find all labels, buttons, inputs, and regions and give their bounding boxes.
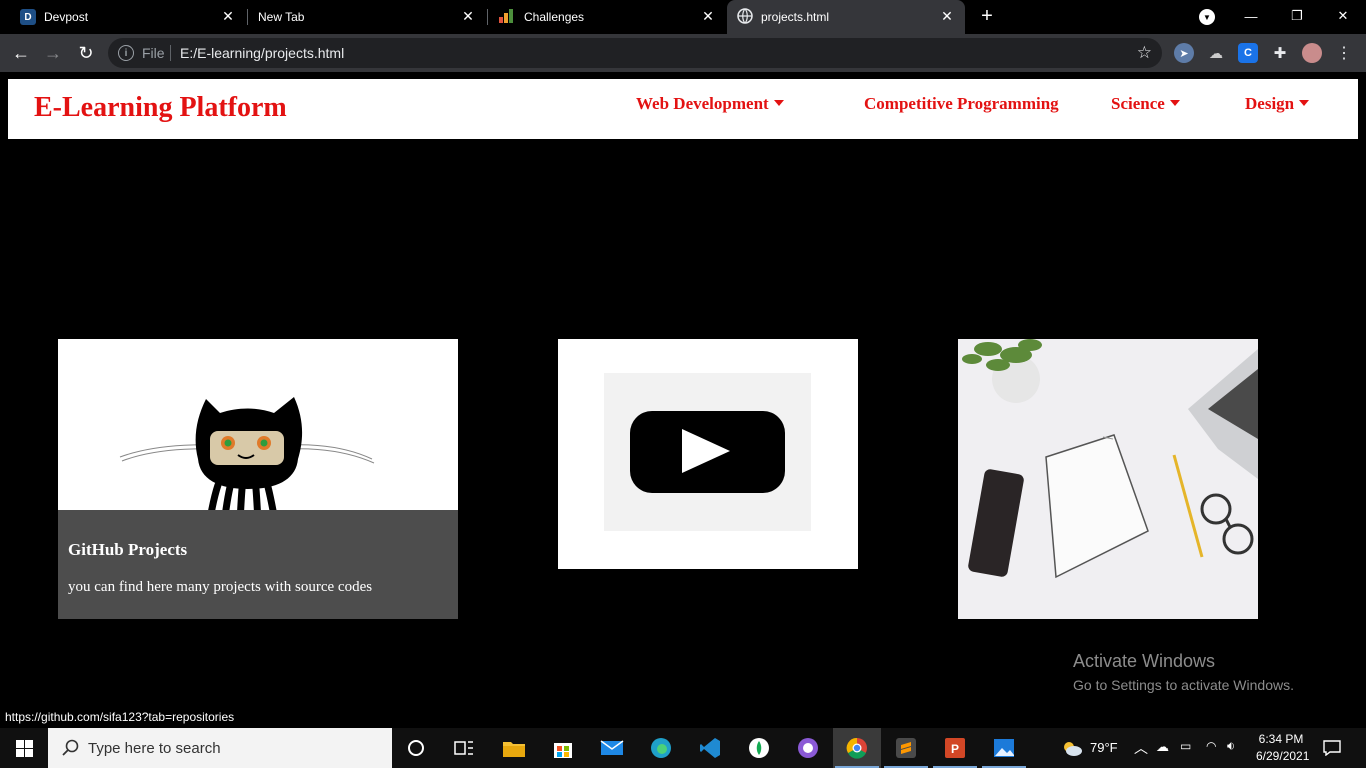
address-url[interactable]: E:/E-learning/projects.html <box>180 45 344 61</box>
system-clock[interactable]: 6:34 PM 6/29/2021 <box>1256 731 1310 765</box>
clock-date: 6/29/2021 <box>1256 749 1310 763</box>
site-navbar: E-Learning Platform Web Development Comp… <box>8 79 1358 139</box>
cloud-extension-icon[interactable]: ☁ <box>1206 43 1226 63</box>
search-placeholder: Type here to search <box>88 740 221 757</box>
minimize-icon[interactable]: — <box>1236 2 1266 30</box>
powerpoint-icon[interactable]: P <box>931 728 979 768</box>
cursor-extension-icon[interactable]: ➤ <box>1174 43 1194 63</box>
tab-new-tab[interactable]: New Tab ✕ <box>250 0 486 34</box>
video-play-thumbnail <box>604 373 811 531</box>
close-window-icon[interactable]: ✕ <box>1328 2 1358 30</box>
profile-avatar[interactable] <box>1302 43 1322 63</box>
caret-down-icon <box>1169 100 1180 107</box>
devpost-favicon: D <box>20 9 36 25</box>
activate-windows-subtitle: Go to Settings to activate Windows. <box>1073 677 1294 693</box>
address-separator <box>170 45 171 61</box>
status-bar-hover-url: https://github.com/sifa123?tab=repositor… <box>0 709 241 726</box>
close-icon[interactable]: ✕ <box>220 8 236 24</box>
c-extension-icon[interactable]: C <box>1238 43 1258 63</box>
taskbar-search-box[interactable]: Type here to search <box>48 728 392 768</box>
mongodb-compass-icon[interactable] <box>735 728 783 768</box>
nav-label: Competitive Programming <box>864 94 1059 113</box>
clock-time: 6:34 PM <box>1258 732 1304 746</box>
forward-arrow-icon[interactable]: → <box>41 41 65 65</box>
brand-title[interactable]: E-Learning Platform <box>34 92 287 124</box>
activate-windows-title: Activate Windows <box>1073 651 1216 671</box>
vscode-icon[interactable] <box>686 728 734 768</box>
close-icon[interactable]: ✕ <box>939 8 955 24</box>
kebab-menu-icon[interactable]: ⋮ <box>1334 43 1354 63</box>
photos-icon[interactable] <box>980 728 1028 768</box>
address-bar[interactable]: i File E:/E-learning/projects.html ☆ <box>108 38 1162 68</box>
tab-title: projects.html <box>761 10 830 24</box>
new-tab-plus-icon[interactable]: + <box>976 5 998 27</box>
notifications-icon[interactable] <box>1310 728 1354 768</box>
close-icon[interactable]: ✕ <box>460 8 476 24</box>
search-icon <box>62 739 79 756</box>
nav-label: Design <box>1245 94 1295 113</box>
bookmark-star-icon[interactable]: ☆ <box>1137 43 1152 63</box>
card-title: GitHub Projects <box>68 540 188 559</box>
windows-taskbar: Type here to search P 79°F ︿ ☁ ▭ ◠ 🔉︎ 6:… <box>0 728 1366 768</box>
github-projects-card[interactable]: GitHub Projects you can find here many p… <box>58 339 458 619</box>
close-icon[interactable]: ✕ <box>700 8 716 24</box>
back-arrow-icon[interactable]: ← <box>9 41 33 65</box>
weather-temperature[interactable]: 79°F <box>1090 740 1118 755</box>
task-view-icon[interactable] <box>440 728 488 768</box>
cortana-icon[interactable] <box>392 728 440 768</box>
tab-separator <box>487 9 488 25</box>
browser-tab-strip: D Devpost ✕ New Tab ✕ Challenges ✕ proje… <box>0 0 1366 34</box>
tab-devpost[interactable]: D Devpost ✕ <box>10 0 246 34</box>
nav-design[interactable]: Design <box>1245 94 1310 114</box>
restore-icon[interactable]: ❐ <box>1282 2 1312 30</box>
tab-projects-active[interactable]: projects.html ✕ <box>727 0 965 34</box>
tab-search-dropdown-icon[interactable]: ▼ <box>1199 9 1215 25</box>
address-scheme-label: File <box>142 45 165 61</box>
info-icon[interactable]: i <box>118 45 134 61</box>
puzzle-extensions-icon[interactable]: ✚ <box>1270 43 1290 63</box>
edge-icon[interactable] <box>637 728 685 768</box>
tab-separator <box>247 9 248 25</box>
globe-icon <box>737 7 753 27</box>
windows-start-icon[interactable] <box>0 728 48 768</box>
microsoft-store-icon[interactable] <box>539 728 587 768</box>
nav-label: Science <box>1111 94 1165 113</box>
sublime-text-icon[interactable] <box>882 728 930 768</box>
tab-challenges[interactable]: Challenges ✕ <box>490 0 726 34</box>
onedrive-icon[interactable]: ☁ <box>1156 739 1169 755</box>
desk-workspace-card[interactable] <box>958 339 1258 619</box>
tray-chevron-up-icon[interactable]: ︿ <box>1134 738 1148 758</box>
nav-web-development[interactable]: Web Development <box>636 94 784 114</box>
wifi-icon[interactable]: ◠ <box>1206 739 1216 753</box>
mail-icon[interactable] <box>588 728 636 768</box>
reload-icon[interactable]: ↻ <box>74 41 98 65</box>
battery-icon[interactable]: ▭ <box>1180 739 1191 753</box>
chrome-icon[interactable] <box>833 728 881 768</box>
nav-label: Web Development <box>636 94 769 113</box>
caret-down-icon <box>773 100 784 107</box>
challenges-favicon <box>498 8 516 27</box>
volume-icon[interactable]: 🔉︎ <box>1227 738 1235 754</box>
card-caption-overlay: GitHub Projects you can find here many p… <box>58 510 458 619</box>
desk-workspace-photo <box>958 339 1258 619</box>
page-viewport: E-Learning Platform Web Development Comp… <box>0 72 1366 710</box>
video-card[interactable] <box>558 339 858 569</box>
file-explorer-icon[interactable] <box>490 728 538 768</box>
nav-science[interactable]: Science <box>1111 94 1180 114</box>
weather-icon[interactable] <box>1054 728 1090 768</box>
github-desktop-icon[interactable] <box>784 728 832 768</box>
caret-down-icon <box>1299 100 1310 107</box>
tab-title: Challenges <box>524 10 585 24</box>
tab-title: New Tab <box>258 10 305 24</box>
card-description: you can find here many projects with sou… <box>68 579 373 595</box>
nav-competitive-programming[interactable]: Competitive Programming <box>864 94 1059 114</box>
tab-title: Devpost <box>44 10 89 24</box>
svg-text:P: P <box>951 742 959 756</box>
browser-toolbar: ← → ↻ i File E:/E-learning/projects.html… <box>0 34 1366 72</box>
